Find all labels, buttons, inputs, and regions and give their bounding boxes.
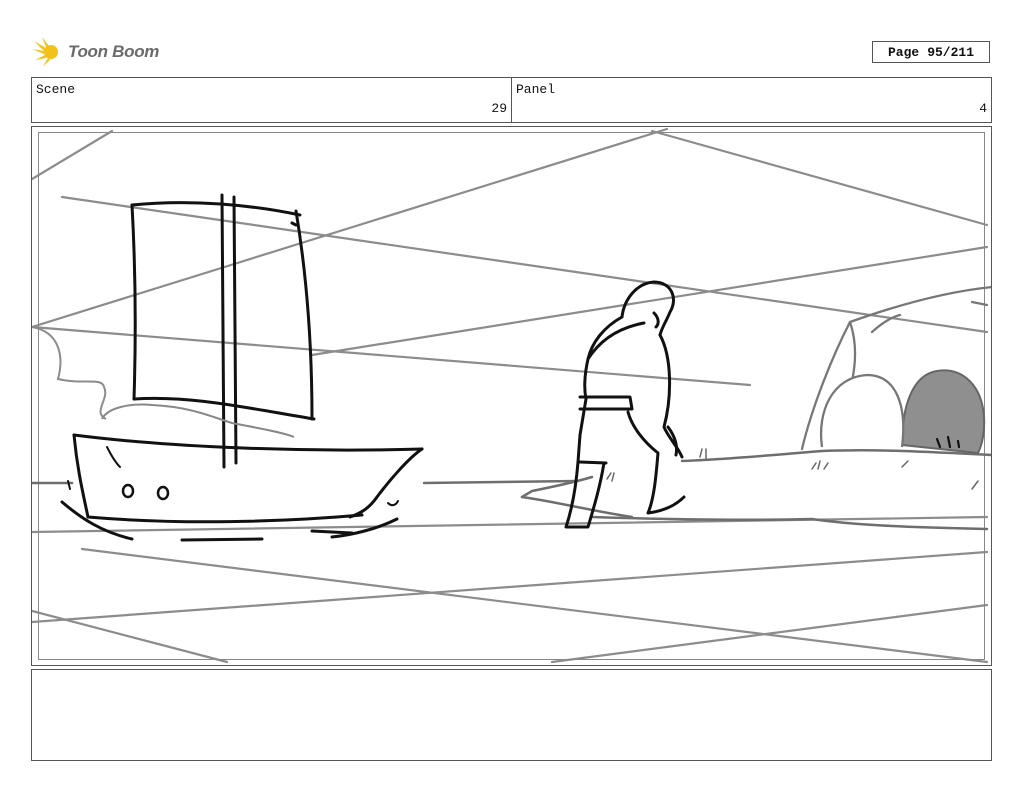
storyboard-panel: [31, 126, 992, 666]
storyboard-sketch: [32, 127, 991, 664]
scene-number: 29: [491, 101, 507, 116]
sun-icon: [32, 37, 58, 66]
scene-cell: Scene 29: [32, 78, 511, 122]
panel-cell: Panel 4: [511, 78, 991, 122]
page-indicator: Page 95/211: [872, 41, 990, 63]
panel-number: 4: [979, 101, 987, 116]
scene-panel-row: Scene 29 Panel 4: [31, 77, 992, 123]
page-value: 95/211: [927, 44, 975, 60]
page-label: Page: [887, 44, 920, 60]
panel-notes: [31, 669, 992, 761]
scene-label: Scene: [36, 82, 76, 97]
toon-boom-logo: Toon Boom: [32, 34, 162, 70]
panel-label: Panel: [516, 82, 556, 97]
logo-text: Toon Boom: [68, 42, 160, 61]
